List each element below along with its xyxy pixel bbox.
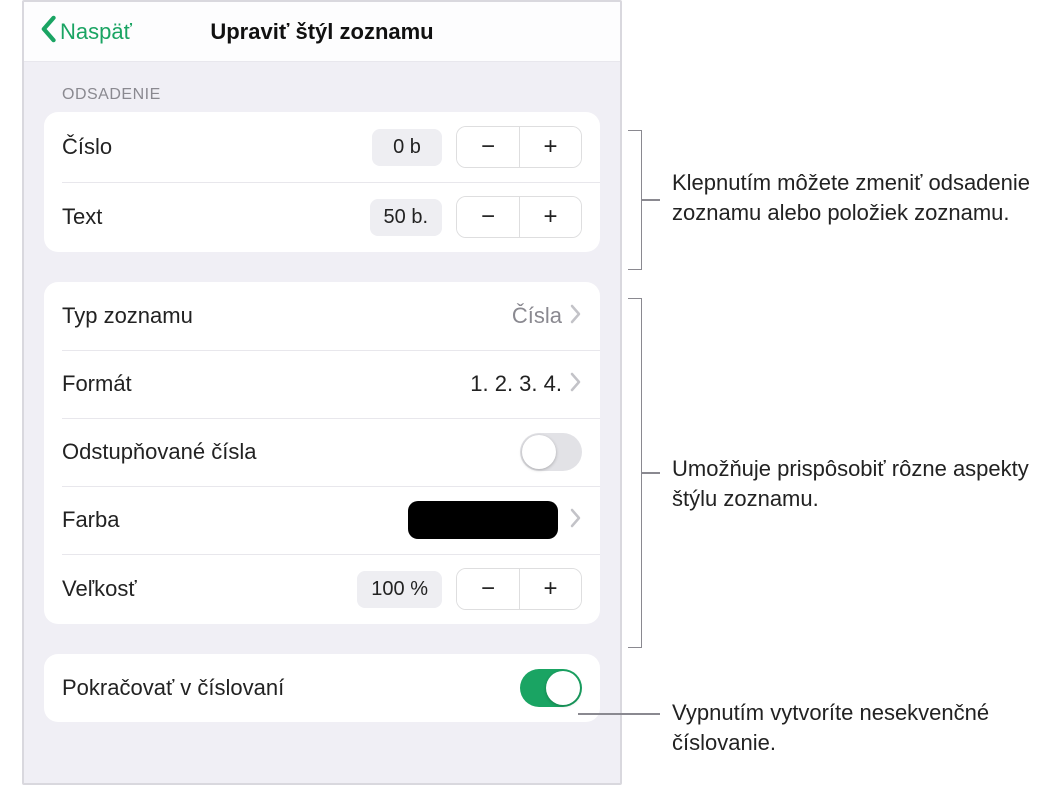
annotation-style: Umožňuje prispôsobiť rôzne aspekty štýlu… — [672, 454, 1052, 513]
indent-number-label: Číslo — [62, 134, 372, 160]
indent-number-increment[interactable]: + — [519, 127, 581, 167]
plus-icon: + — [543, 575, 557, 603]
color-swatch — [408, 501, 558, 539]
indent-text-stepper: − + — [456, 196, 582, 238]
annotation-bracket — [628, 298, 642, 648]
annotation-connector — [578, 713, 660, 715]
indent-number-value[interactable]: 0 b — [372, 129, 442, 166]
indent-section-label: ODSADENIE — [62, 86, 600, 104]
size-stepper: − + — [456, 568, 582, 610]
list-type-value: Čísla — [512, 303, 562, 329]
indent-number-stepper: − + — [456, 126, 582, 168]
size-decrement[interactable]: − — [457, 569, 519, 609]
chevron-right-icon — [570, 304, 582, 329]
format-row[interactable]: Formát 1. 2. 3. 4. — [44, 350, 600, 418]
continue-row: Pokračovať v číslovaní — [44, 654, 600, 722]
tiered-switch[interactable] — [520, 433, 582, 471]
annotation-continue: Vypnutím vytvoríte nesekvenčné číslovani… — [672, 698, 1032, 757]
chevron-left-icon — [38, 15, 58, 49]
chevron-right-icon — [570, 508, 582, 533]
annotation-indent: Klepnutím môžete zmeniť odsadenie zoznam… — [672, 168, 1032, 227]
size-label: Veľkosť — [62, 576, 357, 602]
tiered-label: Odstupňované čísla — [62, 439, 520, 465]
color-label: Farba — [62, 507, 408, 533]
indent-text-value[interactable]: 50 b. — [370, 199, 442, 236]
plus-icon: + — [543, 133, 557, 161]
minus-icon: − — [481, 133, 495, 161]
list-type-label: Typ zoznamu — [62, 303, 512, 329]
minus-icon: − — [481, 203, 495, 231]
color-row[interactable]: Farba — [44, 486, 600, 554]
back-label: Naspäť — [60, 19, 132, 45]
format-value: 1. 2. 3. 4. — [470, 371, 562, 397]
format-label: Formát — [62, 371, 470, 397]
indent-text-increment[interactable]: + — [519, 197, 581, 237]
minus-icon: − — [481, 575, 495, 603]
panel-header: Naspäť Upraviť štýl zoznamu — [24, 2, 620, 62]
continue-card: Pokračovať v číslovaní — [44, 654, 600, 722]
chevron-right-icon — [570, 372, 582, 397]
tiered-row: Odstupňované čísla — [44, 418, 600, 486]
indent-number-row: Číslo 0 b − + — [44, 112, 600, 182]
size-value[interactable]: 100 % — [357, 571, 442, 608]
indent-text-label: Text — [62, 204, 370, 230]
annotation-connector — [642, 472, 660, 474]
indent-number-decrement[interactable]: − — [457, 127, 519, 167]
continue-label: Pokračovať v číslovaní — [62, 675, 520, 701]
size-increment[interactable]: + — [519, 569, 581, 609]
size-row: Veľkosť 100 % − + — [44, 554, 600, 624]
annotation-bracket — [628, 130, 642, 270]
back-button[interactable]: Naspäť — [38, 15, 132, 49]
indent-text-row: Text 50 b. − + — [44, 182, 600, 252]
indent-card: Číslo 0 b − + Text 50 b. − + — [44, 112, 600, 252]
indent-text-decrement[interactable]: − — [457, 197, 519, 237]
continue-switch[interactable] — [520, 669, 582, 707]
panel-body: ODSADENIE Číslo 0 b − + Text 50 b. − + — [24, 62, 620, 783]
annotation-connector — [642, 199, 660, 201]
settings-panel: Naspäť Upraviť štýl zoznamu ODSADENIE Čí… — [22, 0, 622, 785]
style-card: Typ zoznamu Čísla Formát 1. 2. 3. 4. Ods… — [44, 282, 600, 624]
list-type-row[interactable]: Typ zoznamu Čísla — [44, 282, 600, 350]
plus-icon: + — [543, 203, 557, 231]
